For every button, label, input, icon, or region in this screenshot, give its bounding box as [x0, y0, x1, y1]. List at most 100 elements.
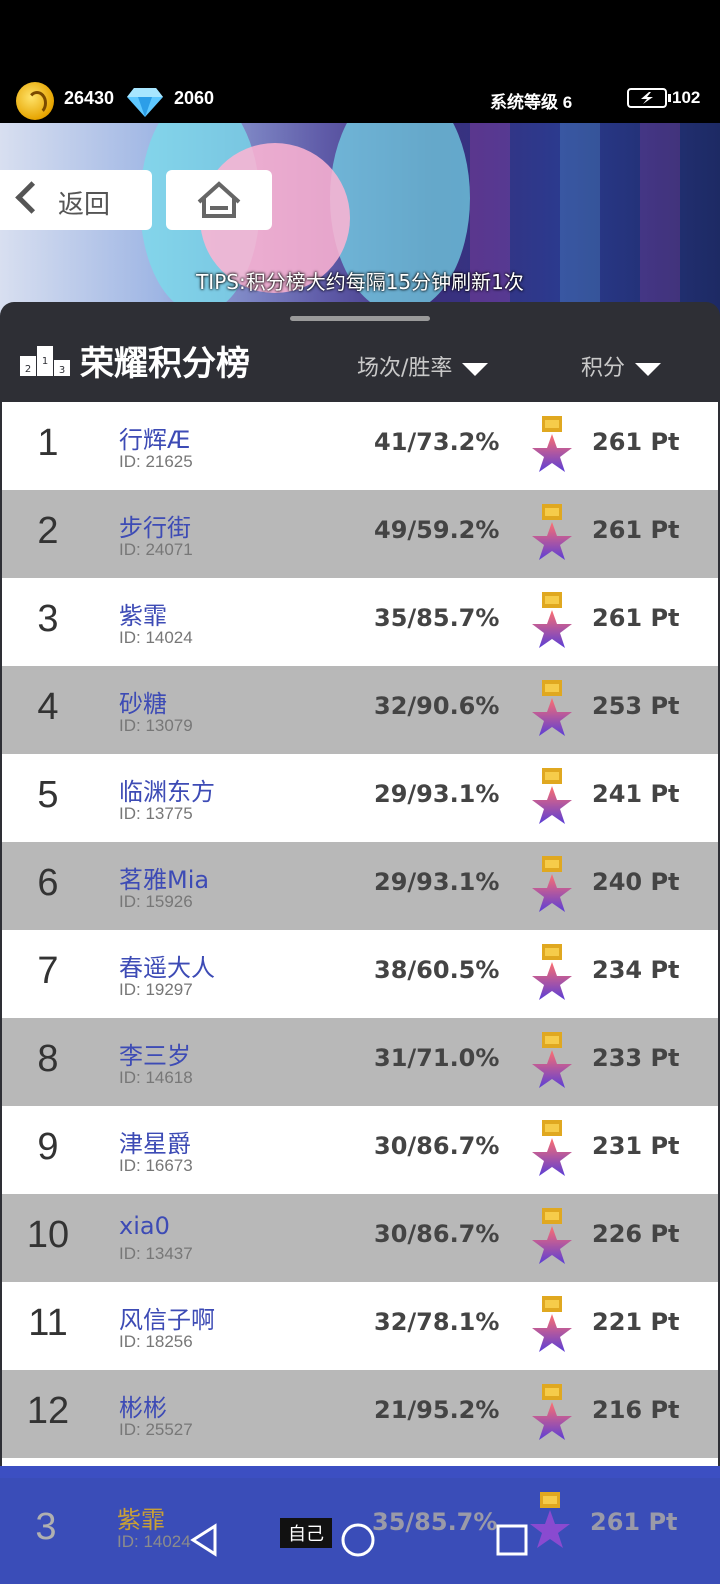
row-record: 21/95.2% [374, 1396, 500, 1424]
row-rank: 8 [37, 1038, 59, 1080]
row-rank: 2 [37, 510, 59, 552]
leaderboard-row[interactable]: 5 临渊东方 ID: 13775 29/93.1% 241 Pt [2, 754, 718, 842]
leaderboard-row[interactable]: 11 风信子啊 ID: 18256 32/78.1% 221 Pt [2, 1282, 718, 1370]
row-player-name[interactable]: xia0 [119, 1212, 170, 1240]
row-player-name[interactable]: 砂糖 [119, 684, 167, 719]
row-player-name[interactable]: 风信子啊 [119, 1300, 215, 1335]
leaderboard-row[interactable]: 8 李三岁 ID: 14618 31/71.0% 233 Pt [2, 1018, 718, 1106]
row-record: 35/85.7% [374, 604, 500, 632]
row-rank: 7 [37, 950, 59, 992]
back-button[interactable]: 返回 [0, 170, 152, 230]
row-rank: 1 [37, 422, 59, 464]
row-points: 226 Pt [592, 1220, 680, 1248]
row-points: 231 Pt [592, 1132, 680, 1160]
row-rank: 6 [37, 862, 59, 904]
row-player-name[interactable]: 彬彬 [119, 1388, 167, 1423]
home-button[interactable] [166, 170, 272, 230]
leaderboard-row[interactable]: 12 彬彬 ID: 25527 21/95.2% 216 Pt [2, 1370, 718, 1458]
self-rank: 3 [35, 1506, 57, 1548]
self-points: 261 Pt [590, 1508, 678, 1536]
medal-icon [530, 1492, 570, 1548]
row-record: 29/93.1% [374, 780, 500, 808]
leaderboard-row[interactable]: 9 津星爵 ID: 16673 30/86.7% 231 Pt [2, 1106, 718, 1194]
nav-recents-icon[interactable] [492, 1520, 532, 1560]
top-status-bar [0, 0, 720, 135]
row-player-id: ID: 24071 [119, 540, 193, 559]
row-points: 261 Pt [592, 516, 680, 544]
coin-icon [16, 82, 54, 120]
row-rank: 5 [37, 774, 59, 816]
row-player-id: ID: 15926 [119, 892, 193, 911]
leaderboard-row[interactable]: 7 春遥大人 ID: 19297 38/60.5% 234 Pt [2, 930, 718, 1018]
row-player-id: ID: 14024 [119, 628, 193, 647]
svg-text:3: 3 [59, 365, 65, 376]
leaderboard-row[interactable]: 3 紫霏 ID: 14024 35/85.7% 261 Pt [2, 578, 718, 666]
battery-icon [627, 88, 671, 108]
row-player-name[interactable]: 行辉Æ [119, 420, 190, 455]
self-tag: 自己 [280, 1518, 332, 1548]
row-rank: 9 [37, 1126, 59, 1168]
row-record: 41/73.2% [374, 428, 500, 456]
row-player-id: ID: 21625 [119, 452, 193, 471]
leaderboard-row[interactable]: 4 砂糖 ID: 13079 32/90.6% 253 Pt [2, 666, 718, 754]
row-player-name[interactable]: 紫霏 [119, 596, 167, 631]
row-record: 32/78.1% [374, 1308, 500, 1336]
medal-icon [532, 1296, 572, 1352]
sort-by-matches[interactable]: 场次/胜率 [357, 350, 489, 382]
row-player-name[interactable]: 临渊东方 [119, 772, 215, 807]
row-player-name[interactable]: 春遥大人 [119, 948, 215, 983]
row-player-id: ID: 13079 [119, 716, 193, 735]
medal-icon [532, 592, 572, 648]
medal-icon [532, 1032, 572, 1088]
medal-icon [532, 504, 572, 560]
diamond-icon [127, 88, 163, 117]
medal-icon [532, 1120, 572, 1176]
medal-icon [532, 1208, 572, 1264]
row-record: 38/60.5% [374, 956, 500, 984]
self-id: ID: 14024 [117, 1532, 191, 1551]
system-level: 系统等级 6 [490, 93, 573, 112]
row-points: 221 Pt [592, 1308, 680, 1336]
svg-text:2: 2 [25, 364, 31, 375]
row-record: 32/90.6% [374, 692, 500, 720]
medal-icon [532, 944, 572, 1000]
sort-matches-label: 场次/胜率 [357, 356, 453, 381]
row-points: 233 Pt [592, 1044, 680, 1072]
nav-home-icon[interactable] [338, 1520, 378, 1560]
nav-back-icon[interactable] [185, 1520, 225, 1560]
sort-by-points[interactable]: 积分 [581, 350, 662, 382]
row-player-id: ID: 13437 [119, 1244, 193, 1263]
row-player-name[interactable]: 茗雅Mia [119, 860, 209, 895]
row-points: 253 Pt [592, 692, 680, 720]
gem-count: 2060 [174, 88, 215, 108]
row-player-id: ID: 16673 [119, 1156, 193, 1175]
row-rank: 12 [26, 1390, 70, 1432]
leaderboard-row[interactable]: 6 茗雅Mia ID: 15926 29/93.1% 240 Pt [2, 842, 718, 930]
row-points: 234 Pt [592, 956, 680, 984]
drag-handle[interactable] [290, 316, 430, 321]
row-record: 31/71.0% [374, 1044, 500, 1072]
medal-icon [532, 856, 572, 912]
row-player-id: ID: 18256 [119, 1332, 193, 1351]
row-player-name[interactable]: 步行街 [119, 508, 191, 543]
row-player-name[interactable]: 李三岁 [119, 1036, 191, 1071]
home-icon [197, 181, 241, 218]
row-points: 241 Pt [592, 780, 680, 808]
row-player-id: ID: 19297 [119, 980, 193, 999]
medal-icon [532, 768, 572, 824]
leaderboard-row[interactable]: 10 xia0 ID: 13437 30/86.7% 226 Pt [2, 1194, 718, 1282]
row-player-name[interactable]: 津星爵 [119, 1124, 191, 1159]
row-player-id: ID: 14618 [119, 1068, 193, 1087]
row-record: 49/59.2% [374, 516, 500, 544]
leaderboard-title: 荣耀积分榜 [80, 344, 250, 384]
row-record: 30/86.7% [374, 1132, 500, 1160]
leaderboard-row[interactable]: 2 步行街 ID: 24071 49/59.2% 261 Pt [2, 490, 718, 578]
row-rank: 11 [28, 1302, 68, 1344]
medal-icon [532, 416, 572, 472]
self-name: 紫霏 [117, 1506, 165, 1534]
row-rank: 10 [26, 1214, 70, 1256]
leaderboard-list: 1 行辉Æ ID: 21625 41/73.2% 261 Pt 2 步行街 ID: 24071… [2, 402, 718, 1478]
row-points: 216 Pt [592, 1396, 680, 1424]
leaderboard-row[interactable]: 1 行辉Æ ID: 21625 41/73.2% 261 Pt [2, 402, 718, 490]
row-rank: 4 [37, 686, 59, 728]
